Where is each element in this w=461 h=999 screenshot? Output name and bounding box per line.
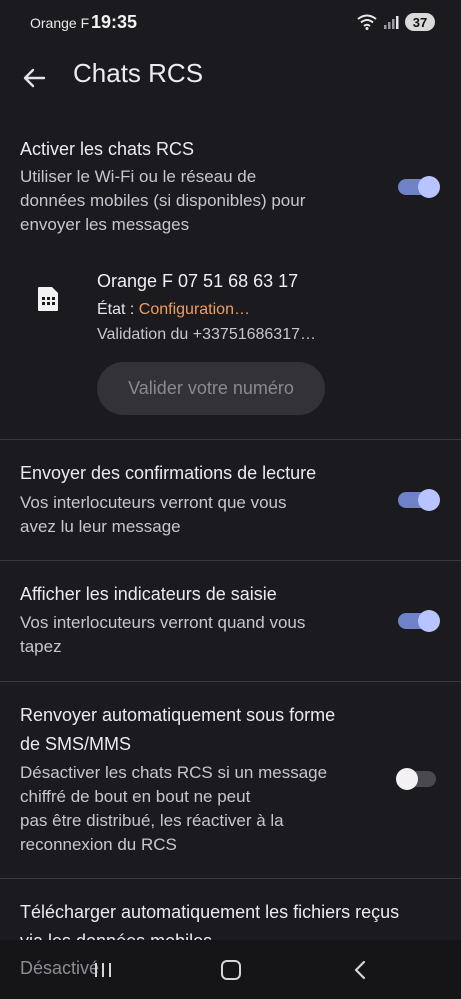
status-icons: 37 <box>357 13 435 31</box>
wifi-icon <box>357 14 377 30</box>
toggle-thumb <box>418 176 440 198</box>
clock: 19:35 <box>91 12 138 32</box>
title-line: Télécharger automatiquement les fichiers… <box>20 902 400 922</box>
subtitle-line: reconnexion du RCS <box>20 835 177 854</box>
sms-fallback-toggle[interactable] <box>396 768 438 790</box>
signal-icon <box>384 16 399 29</box>
recent-apps-icon[interactable] <box>93 960 113 980</box>
status-bar: Orange F 19:35 37 <box>0 0 461 46</box>
sim-state-value: Configuration… <box>138 301 250 318</box>
toggle-thumb <box>418 489 440 511</box>
setting-title: Renvoyer automatiquement sous forme de S… <box>20 703 335 756</box>
arrow-back-icon <box>23 68 46 88</box>
sim-validation-text: Validation du +33751686317… <box>97 326 316 343</box>
subtitle-line: Vos interlocuteurs verront quand vous <box>20 613 306 632</box>
title-line: Renvoyer automatiquement sous forme <box>20 705 336 725</box>
setting-subtitle: Vos interlocuteurs verront que vous avez… <box>20 491 370 539</box>
sim-state-label: État : <box>97 301 139 318</box>
navigation-bar: Désactivé <box>0 940 461 999</box>
subtitle-line: Vos interlocuteurs verront que vous <box>20 493 287 512</box>
carrier-name: Orange F <box>30 15 90 31</box>
screen: Orange F 19:35 37 Chats RCS Activer les … <box>0 0 461 999</box>
subtitle-line: Utiliser le Wi-Fi ou le réseau de <box>20 167 257 186</box>
nav-back-icon[interactable] <box>352 960 368 980</box>
setting-title: Envoyer des confirmations de lecture <box>20 463 317 483</box>
page-title: Chats RCS <box>73 58 204 88</box>
toggle-thumb <box>396 768 418 790</box>
divider <box>0 560 461 561</box>
validate-number-button[interactable]: Valider votre numéro <box>97 362 325 415</box>
subtitle-line: pas être distribué, les réactiver à la <box>20 811 284 830</box>
read-receipts-toggle[interactable] <box>398 489 440 511</box>
home-icon[interactable] <box>221 960 241 980</box>
subtitle-line: chiffré de bout en bout ne peut <box>20 787 251 806</box>
app-bar: Chats RCS <box>0 46 461 110</box>
setting-title: Afficher les indicateurs de saisie <box>20 584 277 604</box>
setting-title: Activer les chats RCS <box>20 139 195 159</box>
subtitle-line: Désactiver les chats RCS si un message <box>20 763 328 782</box>
title-line: de SMS/MMS <box>20 734 132 754</box>
subtitle-line: données mobiles (si disponibles) pour <box>20 191 306 210</box>
sim-state: État : Configuration… <box>97 301 250 319</box>
subtitle-line: envoyer les messages <box>20 215 190 234</box>
divider <box>0 878 461 879</box>
typing-indicators-toggle[interactable] <box>398 610 440 632</box>
toggle-thumb <box>418 610 440 632</box>
partially-hidden-text: Désactivé <box>20 958 100 978</box>
setting-subtitle: Désactiver les chats RCS si un message c… <box>20 761 370 857</box>
sim-number: Orange F 07 51 68 63 17 <box>97 271 299 291</box>
divider <box>0 681 461 682</box>
enable-rcs-toggle[interactable] <box>398 176 440 198</box>
subtitle-line: avez lu leur message <box>20 517 181 536</box>
battery-indicator: 37 <box>405 13 435 31</box>
setting-subtitle: Vos interlocuteurs verront quand vous ta… <box>20 611 370 659</box>
setting-subtitle: Utiliser le Wi-Fi ou le réseau de donnée… <box>20 165 370 237</box>
subtitle-line: tapez <box>20 637 62 656</box>
divider <box>0 439 461 440</box>
back-button[interactable] <box>18 62 50 94</box>
sim-card-icon <box>38 287 58 311</box>
